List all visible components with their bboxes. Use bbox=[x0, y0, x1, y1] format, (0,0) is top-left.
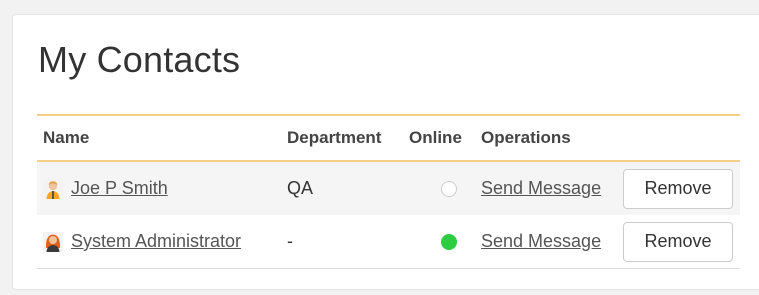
send-message-link[interactable]: Send Message bbox=[481, 178, 601, 198]
online-cell bbox=[403, 215, 475, 269]
remove-button[interactable]: Remove bbox=[623, 168, 733, 209]
contact-name-link[interactable]: System Administrator bbox=[71, 231, 241, 252]
column-header-actions bbox=[617, 115, 740, 161]
actions-cell: Remove bbox=[617, 215, 740, 269]
name-cell: Joe P Smith bbox=[37, 161, 281, 215]
table-row: Joe P Smith QA Send Message Remove bbox=[37, 161, 740, 215]
table-row: System Administrator - Send Message Remo… bbox=[37, 215, 740, 269]
online-status-icon bbox=[441, 234, 457, 251]
contact-name-link[interactable]: Joe P Smith bbox=[71, 178, 168, 199]
contacts-panel: My Contacts Name Department Online Opera… bbox=[12, 14, 759, 290]
operations-cell: Send Message bbox=[475, 161, 617, 215]
department-cell: - bbox=[287, 231, 293, 251]
column-header-name[interactable]: Name bbox=[37, 115, 281, 161]
contacts-table: Name Department Online Operations Joe P … bbox=[37, 114, 740, 269]
male-user-avatar-icon bbox=[43, 178, 63, 199]
actions-cell: Remove bbox=[617, 161, 740, 215]
name-cell: System Administrator bbox=[37, 215, 281, 269]
column-header-operations: Operations bbox=[481, 128, 571, 147]
send-message-link[interactable]: Send Message bbox=[481, 231, 601, 251]
remove-button[interactable]: Remove bbox=[623, 221, 733, 262]
page-title: My Contacts bbox=[38, 39, 241, 80]
operations-cell: Send Message bbox=[475, 215, 617, 269]
column-header-department[interactable]: Department bbox=[281, 115, 403, 161]
column-header-online[interactable]: Online bbox=[403, 115, 475, 161]
table-header-row: Name Department Online Operations bbox=[37, 115, 740, 161]
female-user-avatar-icon bbox=[43, 231, 63, 252]
offline-status-icon bbox=[441, 181, 457, 198]
department-cell: QA bbox=[287, 178, 314, 198]
online-cell bbox=[403, 161, 475, 215]
